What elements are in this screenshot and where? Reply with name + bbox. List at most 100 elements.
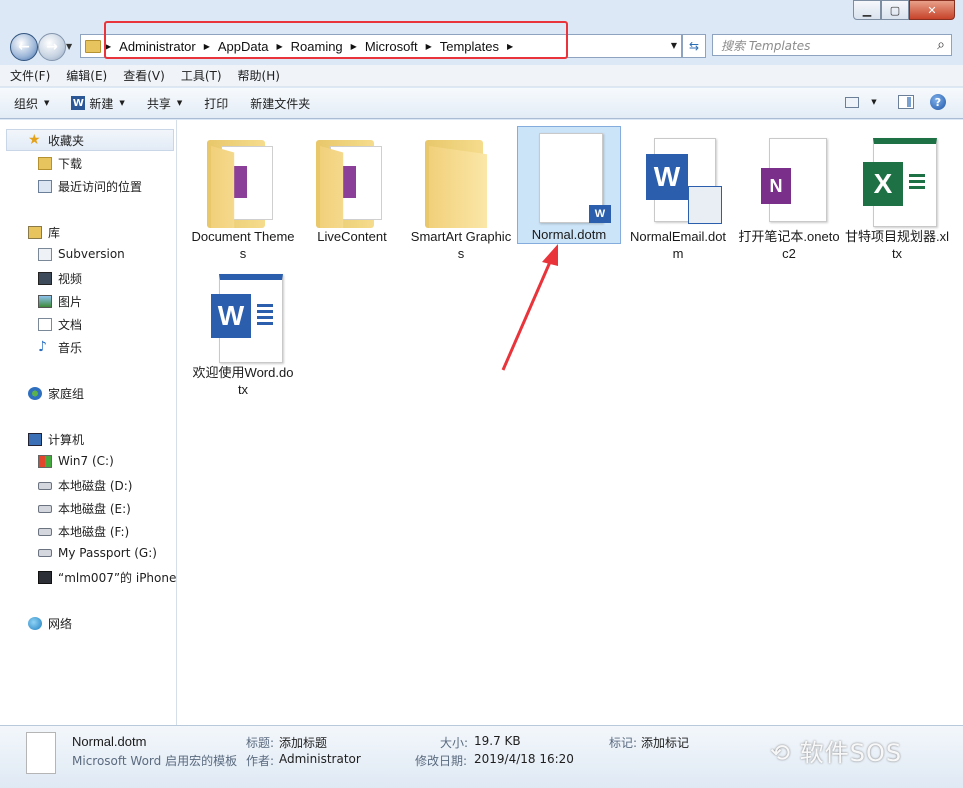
menu-bar: 文件(F) 编辑(E) 查看(V) 工具(T) 帮助(H) <box>0 65 963 87</box>
caption-buttons: ▁ ▢ ✕ <box>853 0 955 20</box>
details-modified-value: 2019/4/18 16:20 <box>474 752 574 766</box>
hard-drive-icon <box>38 549 52 557</box>
details-title-label: 标题: <box>246 736 275 750</box>
sidebar-item-drive-e[interactable]: 本地磁盘 (E:) <box>38 500 131 517</box>
recent-places-icon <box>38 180 52 193</box>
recent-pages-dropdown-icon[interactable]: ▼ <box>66 42 72 51</box>
folder-icon <box>85 39 101 53</box>
details-modified-label: 修改日期: <box>415 754 468 768</box>
help-icon: ? <box>930 94 946 110</box>
sidebar-network[interactable]: 网络 <box>28 615 72 632</box>
details-size-value: 19.7 KB <box>474 734 521 748</box>
navigation-pane: ★ 收藏夹 下载 最近访问的位置 库 Subversion 视频 图片 文档 ♪ 音… <box>0 120 177 725</box>
sidebar-item-drive-g[interactable]: My Passport (G:) <box>38 546 157 560</box>
network-icon <box>28 617 42 630</box>
folder-icon <box>419 132 503 228</box>
file-item[interactable]: N 打开笔记本.onetoc2 <box>737 126 841 262</box>
sidebar-item-documents[interactable]: 文档 <box>38 316 82 333</box>
address-history-dropdown-icon[interactable]: ▼ <box>671 41 677 50</box>
arrow-right-icon: → <box>46 39 58 55</box>
print-button[interactable]: 打印 <box>204 95 228 112</box>
sidebar-item-iphone[interactable]: “mlm007”的 iPhone <box>38 569 176 586</box>
hard-drive-icon <box>38 504 52 513</box>
folder-item[interactable]: Document Themes <box>191 126 295 262</box>
annotation-highlight-box <box>104 21 568 59</box>
sidebar-libraries[interactable]: 库 <box>28 224 60 241</box>
details-file-name: Normal.dotm <box>72 734 147 749</box>
folder-icon <box>310 132 394 228</box>
documents-icon <box>38 318 52 331</box>
sidebar-item-recent-places[interactable]: 最近访问的位置 <box>38 178 142 195</box>
folder-item[interactable]: SmartArt Graphics <box>409 126 513 262</box>
help-button[interactable]: ? <box>929 94 947 110</box>
file-item[interactable]: X 甘特项目规划器.xltx <box>845 126 949 262</box>
preview-pane-button[interactable] <box>897 94 915 110</box>
word-macro-template-icon: W <box>527 133 611 223</box>
sidebar-item-videos[interactable]: 视频 <box>38 270 82 287</box>
folder-item[interactable]: LiveContent <box>300 126 404 245</box>
hard-drive-icon <box>38 481 52 490</box>
change-view-button[interactable] <box>843 94 861 110</box>
explorer-window: ▁ ▢ ✕ ← → ▼ ▶ Administrator ▶ AppData ▶ Roa… <box>0 0 963 788</box>
sidebar-homegroup[interactable]: 家庭组 <box>28 385 84 402</box>
details-file-type: Microsoft Word 启用宏的模板 <box>72 754 238 768</box>
excel-template-icon: X <box>855 132 939 227</box>
chevron-down-icon: ▼ <box>119 99 125 107</box>
menu-help[interactable]: 帮助(H) <box>238 67 280 84</box>
new-folder-button[interactable]: 新建文件夹 <box>250 95 310 112</box>
folder-icon <box>201 132 285 228</box>
sidebar-item-subversion[interactable]: Subversion <box>38 247 125 261</box>
star-icon: ★ <box>28 132 41 148</box>
file-item-normal-dotm[interactable]: W Normal.dotm <box>517 126 621 244</box>
sidebar-favorites[interactable]: ★ 收藏夹 <box>28 132 84 149</box>
document-library-icon <box>38 247 52 261</box>
menu-tools[interactable]: 工具(T) <box>181 67 222 84</box>
video-icon <box>38 272 52 285</box>
music-note-icon: ♪ <box>38 339 47 355</box>
word-template-icon: W <box>636 132 722 224</box>
share-button[interactable]: 共享 ▼ <box>147 95 182 112</box>
windows-drive-icon <box>38 454 52 468</box>
command-bar: 组织 ▼ W 新建 ▼ 共享 ▼ 打印 新建文件夹 ▼ ? <box>0 88 963 119</box>
refresh-icon: ⇆ <box>688 39 700 53</box>
homegroup-icon <box>28 387 42 400</box>
arrow-left-icon: ← <box>18 39 30 55</box>
chevron-down-icon: ▼ <box>176 99 183 107</box>
sidebar-item-music[interactable]: ♪ 音乐 <box>38 339 82 356</box>
downloads-folder-icon <box>38 157 52 170</box>
menu-file[interactable]: 文件(F) <box>10 67 50 84</box>
new-button[interactable]: W 新建 ▼ <box>71 95 125 112</box>
computer-icon <box>28 433 42 446</box>
details-title-value[interactable]: 添加标题 <box>279 734 327 751</box>
sidebar-item-pictures[interactable]: 图片 <box>38 293 82 310</box>
file-item[interactable]: W NormalEmail.dotm <box>626 126 730 262</box>
back-button[interactable]: ← <box>10 33 38 61</box>
search-input[interactable]: 搜索 Templates ⌕ <box>712 34 952 56</box>
sidebar-computer[interactable]: 计算机 <box>28 431 84 448</box>
details-author-value[interactable]: Administrator <box>279 752 361 766</box>
details-tags-value[interactable]: 添加标记 <box>641 734 689 751</box>
file-list: Document Themes LiveContent SmartArt Gra… <box>177 120 963 725</box>
sidebar-item-downloads[interactable]: 下载 <box>38 155 82 172</box>
file-item[interactable]: W 欢迎使用Word.dotx <box>191 262 295 398</box>
file-thumbnail-icon <box>26 732 56 774</box>
refresh-button[interactable]: ⇆ <box>682 34 706 58</box>
view-options-dropdown-icon[interactable]: ▼ <box>865 94 883 110</box>
hard-drive-icon <box>38 527 52 536</box>
close-button[interactable]: ✕ <box>909 0 955 20</box>
preview-pane-icon <box>898 95 914 109</box>
sidebar-item-drive-f[interactable]: 本地磁盘 (F:) <box>38 523 129 540</box>
maximize-button[interactable]: ▢ <box>881 0 909 20</box>
menu-edit[interactable]: 编辑(E) <box>66 67 107 84</box>
watermark-swirl-icon: ⟲ <box>770 739 800 767</box>
view-icon <box>845 96 859 108</box>
word-icon: W <box>71 96 86 110</box>
sidebar-item-drive-c[interactable]: Win7 (C:) <box>38 454 114 468</box>
forward-button[interactable]: → <box>38 33 66 61</box>
minimize-button[interactable]: ▁ <box>853 0 881 20</box>
organize-button[interactable]: 组织 ▼ <box>14 95 49 112</box>
search-icon[interactable]: ⌕ <box>937 37 945 53</box>
menu-view[interactable]: 查看(V) <box>123 67 165 84</box>
sidebar-item-drive-d[interactable]: 本地磁盘 (D:) <box>38 477 132 494</box>
onenote-icon: N <box>747 132 831 224</box>
